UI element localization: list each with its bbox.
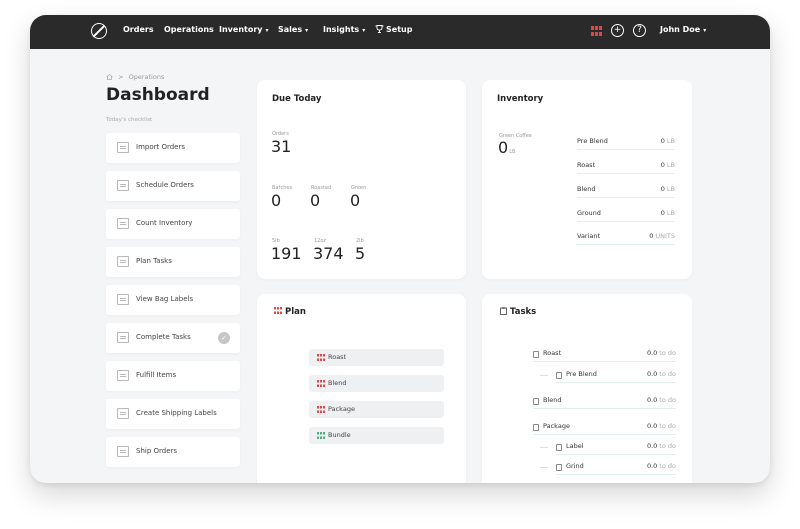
checklist-label: Today's checklist [106, 117, 153, 123]
inventory-title: Inventory [497, 94, 544, 104]
chevron-down-icon: ▾ [362, 27, 366, 34]
5lb-value[interactable]: 191 [271, 244, 302, 263]
import-icon [117, 142, 129, 153]
fulfill-icon [117, 370, 129, 381]
plan-icon [117, 256, 129, 267]
logo-icon[interactable] [91, 23, 107, 39]
due-today-title: Due Today [272, 94, 322, 104]
task-row-blend[interactable]: Blend 0.0 to do [533, 396, 676, 409]
orders-value[interactable]: 31 [271, 137, 291, 156]
task-row-roast[interactable]: Roast 0.0 to do [533, 349, 676, 362]
plan-grid-icon [317, 406, 325, 413]
calendar-icon [117, 180, 129, 191]
shipping-label-icon [117, 408, 129, 419]
tree-connector [540, 447, 548, 448]
plan-item-bundle[interactable]: Bundle [309, 427, 444, 444]
plan-grid-icon [317, 354, 325, 361]
nav-inventory[interactable]: Inventory ▾ [219, 25, 269, 34]
inventory-icon [117, 218, 129, 229]
tree-connector [540, 375, 548, 376]
task-row-grind[interactable]: Grind 0.0 to do [556, 462, 676, 475]
plan-grid-icon [317, 380, 325, 387]
clipboard-icon [117, 332, 129, 343]
home-icon[interactable] [106, 73, 113, 80]
user-menu[interactable]: John Doe ▾ [660, 25, 706, 34]
checklist-item-ship-orders[interactable]: Ship Orders [106, 437, 240, 467]
plan-grid-icon [274, 307, 282, 314]
inventory-row-blend[interactable]: Blend 0 LB [577, 185, 675, 198]
checklist-item-complete-tasks[interactable]: Complete Tasks ✓ [106, 323, 240, 353]
checklist-item-schedule-orders[interactable]: Schedule Orders [106, 171, 240, 201]
checklist-item-import-orders[interactable]: Import Orders [106, 133, 240, 163]
task-row-package[interactable]: Package 0.0 to do [533, 422, 676, 435]
clipboard-icon [556, 372, 562, 379]
help-icon[interactable]: ? [633, 24, 646, 37]
clipboard-icon [533, 351, 539, 358]
inventory-row-pre-blend[interactable]: Pre Blend 0 LB [577, 137, 675, 150]
nav-sales[interactable]: Sales ▾ [278, 25, 308, 34]
2lb-value[interactable]: 5 [355, 244, 365, 263]
tree-connector [540, 467, 548, 468]
checkmark-icon: ✓ [218, 332, 230, 344]
due-today-card: Due Today Orders 31 Batches 0 Roasted 0 … [257, 80, 466, 279]
nav-orders[interactable]: Orders [123, 25, 154, 34]
clipboard-icon [533, 398, 539, 405]
inventory-row-ground[interactable]: Ground 0 LB [577, 209, 675, 222]
clipboard-icon [533, 424, 539, 431]
task-row-label[interactable]: Label 0.0 to do [556, 442, 676, 455]
add-icon[interactable]: + [611, 24, 624, 37]
label-icon [117, 294, 129, 305]
chevron-down-icon: ▾ [305, 27, 309, 34]
app-window: Orders Operations Inventory ▾ Sales ▾ Insi… [30, 15, 770, 483]
inventory-card: Inventory Green Coffee 0LB Pre Blend 0 LB… [482, 80, 692, 279]
batches-value[interactable]: 0 [271, 191, 281, 210]
plan-item-package[interactable]: Package [309, 401, 444, 418]
12oz-value[interactable]: 374 [313, 244, 344, 263]
breadcrumb: > Operations [106, 73, 164, 81]
chevron-down-icon: ▾ [703, 27, 707, 34]
checklist-item-plan-tasks[interactable]: Plan Tasks [106, 247, 240, 277]
breadcrumb-separator: > [118, 73, 124, 81]
plan-grid-icon [317, 432, 325, 439]
task-row-pre-blend[interactable]: Pre Blend 0.0 to do [556, 370, 676, 383]
nav-insights[interactable]: Insights ▾ [323, 25, 365, 34]
checklist-item-view-bag-labels[interactable]: View Bag Labels [106, 285, 240, 315]
checklist-item-count-inventory[interactable]: Count Inventory [106, 209, 240, 239]
tasks-title: Tasks [500, 307, 536, 317]
plan-card: Plan Roast Blend Package Bundle [257, 294, 466, 483]
clipboard-icon [556, 444, 562, 451]
tasks-card: Tasks Roast 0.0 to do Pre Blend 0.0 to do … [482, 294, 692, 483]
trophy-icon [375, 25, 384, 33]
top-navigation-bar: Orders Operations Inventory ▾ Sales ▾ Insi… [30, 15, 770, 49]
chevron-down-icon: ▾ [265, 27, 269, 34]
green-coffee-value[interactable]: 0LB [498, 138, 515, 157]
checklist-item-fulfill-items[interactable]: Fulfill Items [106, 361, 240, 391]
nav-setup[interactable]: Setup [375, 25, 412, 34]
page-title: Dashboard [106, 85, 210, 105]
plan-item-blend[interactable]: Blend [309, 375, 444, 392]
truck-icon [117, 446, 129, 457]
clipboard-icon [500, 307, 507, 315]
clipboard-icon [556, 464, 562, 471]
inventory-row-roast[interactable]: Roast 0 LB [577, 161, 675, 174]
plan-title: Plan [274, 307, 306, 317]
green-value[interactable]: 0 [350, 191, 360, 210]
checklist-item-create-shipping-labels[interactable]: Create Shipping Labels [106, 399, 240, 429]
production-grid-icon[interactable] [591, 26, 602, 36]
breadcrumb-current[interactable]: Operations [129, 73, 165, 81]
inventory-row-variant[interactable]: Variant 0 UNITS [577, 232, 675, 245]
plan-item-roast[interactable]: Roast [309, 349, 444, 366]
nav-operations[interactable]: Operations [164, 25, 214, 34]
roasted-value[interactable]: 0 [310, 191, 320, 210]
